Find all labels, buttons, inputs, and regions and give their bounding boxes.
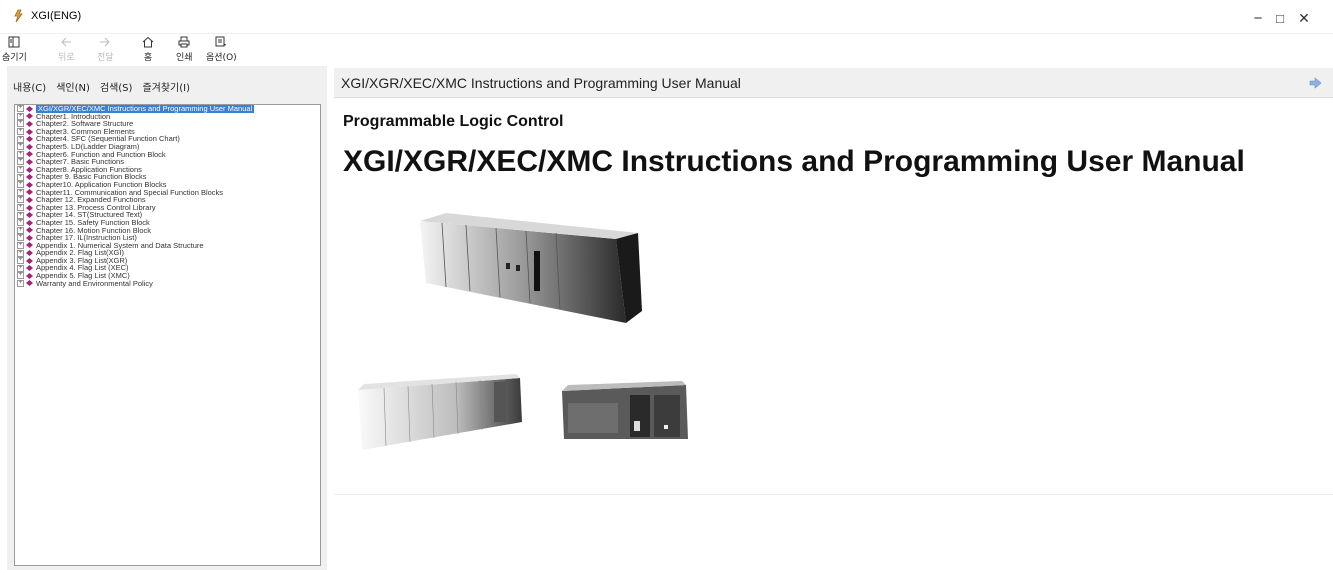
nav-tabs: 내용(C) 색인(N) 검색(S) 즐겨찾기(I) — [13, 79, 190, 94]
tab-favorites[interactable]: 즐겨찾기(I) — [142, 79, 190, 94]
book-icon — [26, 196, 33, 203]
options-button[interactable]: 옵션(O) — [206, 35, 237, 63]
print-icon — [178, 36, 190, 48]
book-icon — [26, 158, 33, 165]
plc-module-image — [358, 374, 522, 450]
expand-icon[interactable]: + — [17, 241, 24, 249]
book-icon — [26, 212, 33, 219]
navigation-pane: 내용(C) 색인(N) 검색(S) 즐겨찾기(I) + XGI/XGR/XEC/X… — [7, 66, 327, 570]
expand-icon[interactable]: + — [17, 150, 24, 158]
book-icon — [26, 105, 33, 112]
expand-icon[interactable]: + — [17, 279, 24, 287]
expand-icon[interactable]: + — [17, 181, 24, 189]
book-icon — [26, 219, 33, 226]
forward-button[interactable]: 전달 — [97, 35, 114, 63]
topic-content: Programmable Logic Control XGI/XGR/XEC/X… — [334, 99, 1333, 570]
topic-subtitle: Programmable Logic Control — [343, 113, 564, 130]
book-icon — [26, 143, 33, 150]
title-bar: XGI(ENG) − □ ✕ — [0, 0, 1333, 34]
toolbar: 숨기기 뒤로 전달 홈 인쇄 옵션(O) — [0, 34, 1333, 64]
hide-pane-icon — [8, 36, 20, 48]
book-icon — [26, 189, 33, 196]
home-button[interactable]: 홈 — [142, 35, 154, 63]
book-icon — [26, 174, 33, 181]
expand-icon[interactable]: + — [17, 188, 24, 196]
book-icon — [26, 128, 33, 135]
book-icon — [26, 242, 33, 249]
tab-search[interactable]: 검색(S) — [100, 79, 133, 94]
close-button[interactable]: ✕ — [1284, 6, 1324, 30]
book-icon — [26, 120, 33, 127]
book-icon — [26, 265, 33, 272]
xgi-app-icon — [14, 9, 23, 23]
book-icon — [26, 204, 33, 211]
content-divider — [334, 494, 1333, 495]
back-button[interactable]: 뒤로 — [58, 35, 75, 63]
hide-button[interactable]: 숨기기 — [2, 35, 27, 63]
expand-icon[interactable]: + — [17, 120, 24, 128]
expand-icon[interactable]: + — [17, 173, 24, 181]
expand-icon[interactable]: + — [17, 166, 24, 174]
expand-icon[interactable]: + — [17, 128, 24, 136]
tree-item-label: Warranty and Environmental Policy — [36, 278, 153, 288]
book-icon — [26, 280, 33, 287]
book-icon — [26, 250, 33, 257]
book-icon — [26, 136, 33, 143]
expand-icon[interactable]: + — [17, 219, 24, 227]
expand-icon[interactable]: + — [17, 226, 24, 234]
book-icon — [26, 234, 33, 241]
book-icon — [26, 227, 33, 234]
plc-rack-image — [420, 213, 642, 323]
tab-contents[interactable]: 내용(C) — [13, 79, 46, 94]
book-icon — [26, 113, 33, 120]
expand-icon[interactable]: + — [17, 135, 24, 143]
expand-icon[interactable]: + — [17, 234, 24, 242]
expand-icon[interactable]: + — [17, 204, 24, 212]
expand-icon[interactable]: + — [17, 249, 24, 257]
expand-icon[interactable]: + — [17, 143, 24, 151]
next-topic-arrow-icon[interactable] — [1309, 77, 1322, 89]
tab-index[interactable]: 색인(N) — [56, 79, 90, 94]
book-icon — [26, 181, 33, 188]
back-arrow-icon — [61, 37, 72, 47]
expand-icon[interactable]: + — [17, 264, 24, 272]
options-icon — [215, 36, 227, 47]
book-icon — [26, 151, 33, 158]
expand-icon[interactable]: + — [17, 257, 24, 265]
expand-icon[interactable]: + — [17, 272, 24, 280]
forward-arrow-icon — [100, 37, 110, 47]
print-button[interactable]: 인쇄 — [176, 35, 193, 63]
topic-header-title: XGI/XGR/XEC/XMC Instructions and Program… — [341, 75, 741, 91]
expand-icon[interactable]: + — [17, 112, 24, 120]
tree-item[interactable]: + Warranty and Environmental Policy — [15, 280, 320, 288]
expand-icon[interactable]: + — [17, 196, 24, 204]
topic-title: XGI/XGR/XEC/XMC Instructions and Program… — [343, 145, 1245, 178]
topic-header: XGI/XGR/XEC/XMC Instructions and Program… — [334, 68, 1333, 98]
book-icon — [26, 272, 33, 279]
book-icon — [26, 257, 33, 264]
expand-icon[interactable]: + — [17, 105, 24, 113]
window-title: XGI(ENG) — [31, 10, 82, 22]
expand-icon[interactable]: + — [17, 211, 24, 219]
expand-icon[interactable]: + — [17, 158, 24, 166]
plc-compact-image — [562, 381, 688, 439]
home-icon — [142, 36, 154, 48]
contents-tree[interactable]: + XGI/XGR/XEC/XMC Instructions and Progra… — [14, 104, 321, 566]
book-icon — [26, 166, 33, 173]
